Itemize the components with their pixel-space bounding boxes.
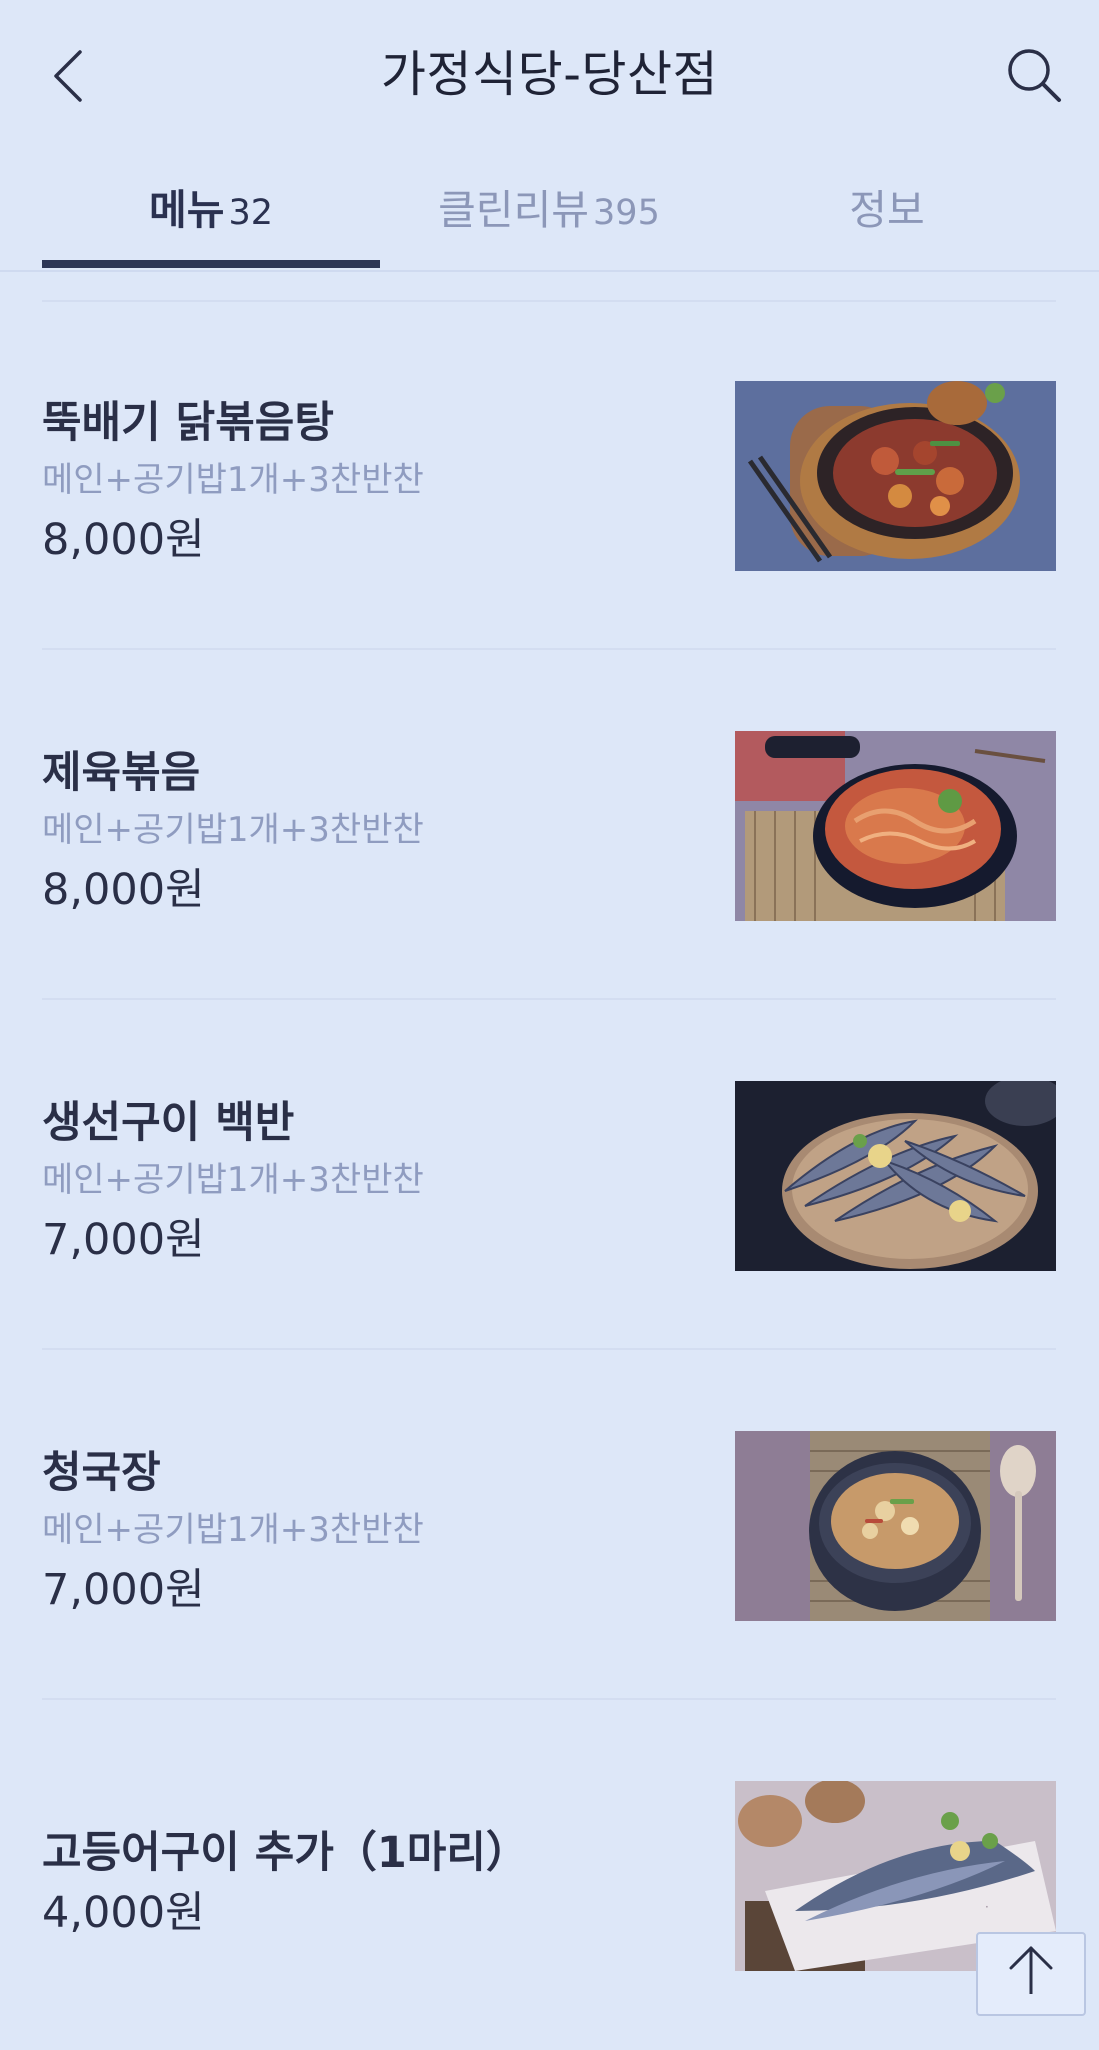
tab-info[interactable]: 정보 — [718, 180, 1056, 240]
app-header: 가정식당-당산점 — [0, 0, 1099, 150]
grilled-fish-photo — [735, 1081, 1056, 1271]
menu-item-name: 제육볶음 — [42, 748, 201, 798]
soybean-stew-photo — [735, 1431, 1056, 1621]
page-title: 가정식당-당산점 — [380, 46, 719, 103]
tab-clean-review-label: 클린리뷰 — [438, 186, 590, 234]
menu-item-price: 8,000원 — [42, 865, 205, 915]
menu-item-name: 고등어구이 추가（1마리） — [42, 1828, 529, 1878]
menu-item[interactable]: 생선구이 백반 메인+공기밥1개+3찬반찬 7,000원 — [42, 1000, 1056, 1350]
menu-item-price: 7,000원 — [42, 1565, 205, 1615]
menu-item-description: 메인+공기밥1개+3찬반찬 — [42, 460, 424, 500]
scroll-to-top-button[interactable] — [976, 1932, 1086, 2016]
menu-item-name: 뚝배기 닭볶음탕 — [42, 398, 334, 448]
menu-item[interactable]: 제육볶음 메인+공기밥1개+3찬반찬 8,000원 — [42, 650, 1056, 1000]
menu-item[interactable]: 고등어구이 추가（1마리） 4,000원 · — [42, 1700, 1056, 2050]
braised-chicken-photo — [735, 381, 1056, 571]
menu-item-price: 8,000원 — [42, 515, 205, 565]
menu-item-name: 청국장 — [42, 1448, 161, 1498]
menu-item-description: 메인+공기밥1개+3찬반찬 — [42, 1160, 424, 1200]
tab-menu-label: 메뉴 — [149, 186, 225, 234]
menu-item-description: 메인+공기밥1개+3찬반찬 — [42, 810, 424, 850]
menu-item-description: 메인+공기밥1개+3찬반찬 — [42, 1510, 424, 1550]
menu-item[interactable]: 청국장 메인+공기밥1개+3찬반찬 7,000원 — [42, 1350, 1056, 1700]
spicy-pork-photo — [735, 731, 1056, 921]
search-button[interactable] — [999, 40, 1069, 110]
arrow-up-icon — [1009, 1946, 1053, 1994]
menu-item-name: 생선구이 백반 — [42, 1098, 295, 1148]
tab-clean-review-count: 395 — [593, 193, 660, 233]
menu-item-price: 4,000원 — [42, 1888, 205, 1938]
search-icon — [1008, 49, 1061, 102]
tab-menu[interactable]: 메뉴 32 — [42, 180, 380, 240]
tab-menu-count: 32 — [228, 193, 273, 233]
active-tab-indicator — [42, 260, 380, 268]
tab-bar: 메뉴 32 클린리뷰 395 정보 — [0, 150, 1099, 272]
menu-item[interactable]: 뚝배기 닭볶음탕 메인+공기밥1개+3찬반찬 8,000원 — [42, 300, 1056, 650]
tab-clean-review[interactable]: 클린리뷰 395 — [380, 180, 718, 240]
svg-text:·: · — [985, 1900, 989, 1914]
tab-info-label: 정보 — [849, 186, 925, 234]
menu-item-price: 7,000원 — [42, 1215, 205, 1265]
